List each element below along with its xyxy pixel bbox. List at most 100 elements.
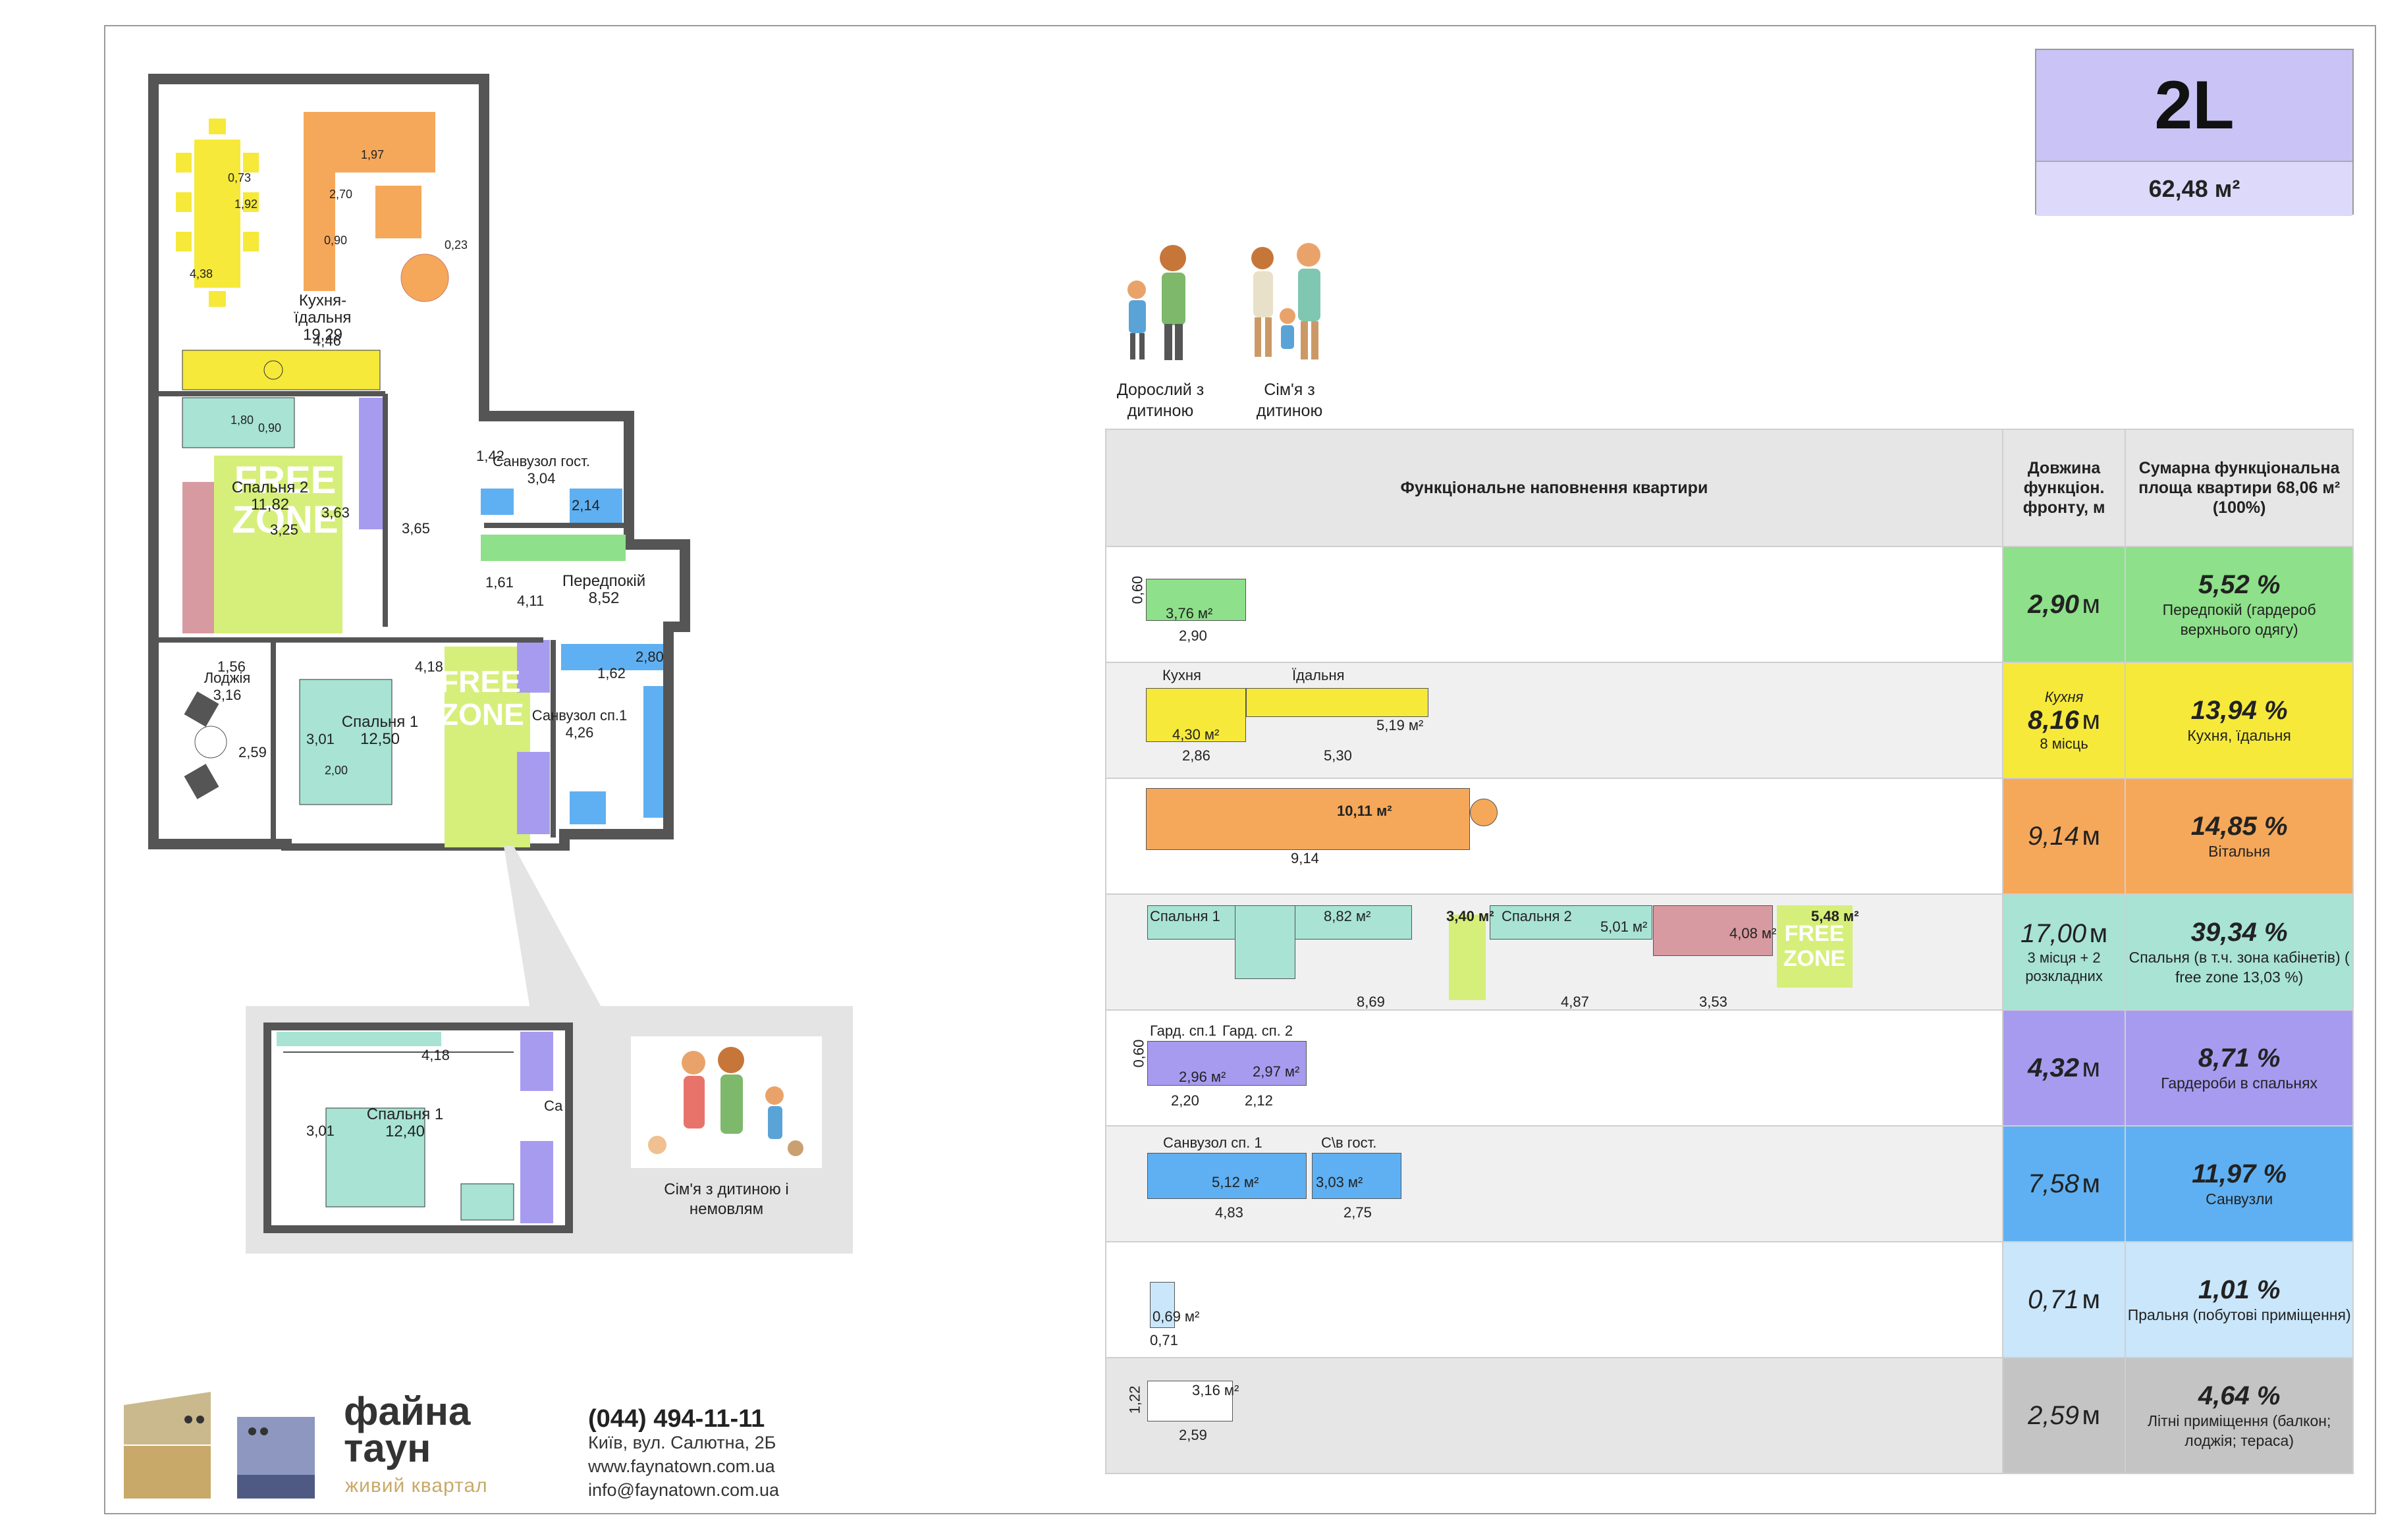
contacts: (044) 494-11-11 Київ, вул. Салютна, 2Б w… xyxy=(588,1405,779,1502)
row-graphic-hallway: 0,60 3,76 м² 2,90 xyxy=(1105,546,2003,663)
row-dim: 2,90 xyxy=(1179,627,1207,644)
armchair xyxy=(400,253,449,302)
dim: 0,23 xyxy=(445,238,468,252)
row-percent: 8,71 % Гардероби в спальнях xyxy=(2125,1009,2354,1127)
unit-title-box: 2L 62,48 м² xyxy=(2035,49,2354,216)
label-hallway: Передпокій 8,52 xyxy=(562,572,646,607)
row-area: 3,16 м² xyxy=(1192,1382,1239,1398)
row-dim: 3,53 xyxy=(1699,994,1727,1010)
unit-area: 62,48 м² xyxy=(2036,161,2352,216)
free-zone-label-1: FREE ZONE xyxy=(440,664,524,731)
email-link[interactable]: info@faynatown.com.ua xyxy=(588,1478,779,1502)
dim: 3,65 xyxy=(402,520,430,537)
dim: 1,92 xyxy=(234,198,258,211)
row-area: 5,12 м² xyxy=(1212,1174,1259,1190)
phone: (044) 494-11-11 xyxy=(588,1405,765,1433)
adult-with-child-icon xyxy=(1127,245,1186,360)
row-area: 5,19 м² xyxy=(1376,717,1424,733)
dim: 2,80 xyxy=(636,649,664,665)
row-dim: 2,86 xyxy=(1182,747,1210,764)
family-with-child-label: Сім'я з дитиною xyxy=(1256,381,1323,420)
row-area: 0,69 м² xyxy=(1152,1308,1200,1325)
dim: 3,01 xyxy=(306,731,335,747)
dim: 0,90 xyxy=(258,421,282,435)
row-dim: 0,71 xyxy=(1150,1332,1178,1348)
row-label: Санвузол сп. 1 xyxy=(1163,1134,1262,1151)
dim: 0,73 xyxy=(228,171,252,184)
row-dim: 4,83 xyxy=(1215,1204,1243,1221)
guest-sink xyxy=(481,489,514,515)
dim: 2,70 xyxy=(329,188,353,201)
row-area: 10,11 м² xyxy=(1337,803,1392,819)
inset-dim: 4,18 xyxy=(421,1047,450,1063)
table-row: Спальня 1 8,82 м² 3,40 м² Спальня 2 5,01… xyxy=(1105,893,2354,1011)
hall-wardrobe xyxy=(481,535,626,561)
row-dim: 2,12 xyxy=(1245,1092,1273,1109)
callout-wedge xyxy=(504,846,603,1009)
dim: 1,56 xyxy=(217,658,246,675)
row-length: 2,59 м xyxy=(2001,1357,2127,1474)
header-col1: Функціональне наповнення квартири xyxy=(1105,429,2003,547)
label-bedroom2: Спальня 2 11,82 xyxy=(231,479,309,514)
dim: 3,63 xyxy=(321,504,350,521)
brand-tagline: живий квартал xyxy=(345,1475,488,1497)
row-length: 2,90 м xyxy=(2001,546,2127,663)
inset-cut-label: Са xyxy=(544,1098,563,1114)
row-length: 0,71 м xyxy=(2001,1241,2127,1358)
row-length: 7,58 м xyxy=(2001,1125,2127,1242)
function-table: Функціональне наповнення квартири Довжин… xyxy=(1105,429,2354,1474)
coffee-table xyxy=(375,186,421,238)
dim: 0,90 xyxy=(324,234,348,247)
row-percent: 1,01 % Пральня (побутові приміщення) xyxy=(2125,1241,2354,1358)
row-area: 3,03 м² xyxy=(1316,1174,1363,1190)
inset-dim: 3,01 xyxy=(306,1123,335,1139)
row-area: 5,01 м² xyxy=(1600,918,1648,935)
family-with-child-icon xyxy=(1251,243,1320,359)
dim: 2,59 xyxy=(238,744,267,760)
row-graphic-bathrooms: Санвузол сп. 1 С\в гост. 5,12 м² 3,03 м²… xyxy=(1105,1125,2003,1242)
row-graphic-wardrobes: 0,60 Гард. сп.1 Гард. сп. 2 2,96 м² 2,97… xyxy=(1105,1009,2003,1127)
dim: 1,62 xyxy=(597,665,626,681)
row-area: 2,97 м² xyxy=(1253,1063,1300,1080)
label-guest-bath: Санвузол гост. 3,04 xyxy=(493,453,590,487)
dim: 1,61 xyxy=(485,574,514,591)
brand-logo xyxy=(124,1392,315,1499)
dim: 4,38 xyxy=(190,267,213,280)
dim: 4,11 xyxy=(517,593,545,609)
row-length: 9,14 м xyxy=(2001,778,2127,895)
row-dim: 0,60 xyxy=(1129,575,1146,604)
row-graphic-living: 10,11 м² 9,14 xyxy=(1105,778,2003,895)
wardrobe-2 xyxy=(359,398,385,529)
website-link[interactable]: www.faynatown.com.ua xyxy=(588,1454,779,1478)
row-area: 8,82 м² xyxy=(1324,908,1371,924)
unit-code: 2L xyxy=(2036,50,2352,161)
row-area: 2,96 м² xyxy=(1179,1069,1226,1085)
row-graphic-laundry: 0,69 м² 0,71 xyxy=(1105,1241,2003,1358)
dim: 1,42 xyxy=(476,448,504,464)
row-area: 3,76 м² xyxy=(1166,605,1213,622)
row-percent: 13,94 % Кухня, їдальня xyxy=(2125,662,2354,779)
address: Київ, вул. Салютна, 2Б xyxy=(588,1433,776,1452)
row-label: Спальня 1 xyxy=(1150,908,1220,924)
row-dim: 9,14 xyxy=(1291,850,1319,866)
row-dim: 0,60 xyxy=(1130,1039,1147,1068)
toilet-1 xyxy=(570,791,606,824)
row-percent: 39,34 % Спальня (в т.ч. зона кабінетів) (… xyxy=(2125,893,2354,1011)
row-length: 17,00 м3 місця + 2 розкладних xyxy=(2001,893,2127,1011)
row-dim: 4,87 xyxy=(1561,994,1589,1010)
row-percent: 4,64 % Літні приміщення (балкон; лоджія; … xyxy=(2125,1357,2354,1474)
desk-2 xyxy=(182,482,214,633)
bath-counter xyxy=(643,686,663,818)
table-row: 1,22 3,16 м² 2,59 2,59 м 4,64 % Літні при… xyxy=(1105,1357,2354,1474)
row-dim: 2,20 xyxy=(1171,1092,1199,1109)
table-row: 0,60 Гард. сп.1 Гард. сп. 2 2,96 м² 2,97… xyxy=(1105,1009,2354,1127)
wardrobe-1a xyxy=(517,640,550,693)
family-infant-icon xyxy=(631,1036,822,1168)
row-free-zone: FREE ZONE xyxy=(1783,921,1846,971)
inset-bedroom-label: Спальня 1 12,40 xyxy=(366,1105,444,1140)
table-row: Кухня Їдальня 4,30 м² 5,19 м² 2,86 5,30 … xyxy=(1105,662,2354,779)
row-dim: 1,22 xyxy=(1126,1385,1143,1414)
dining-table xyxy=(194,140,240,288)
label-bath1: Санвузол сп.1 4,26 xyxy=(531,707,628,741)
row-label: Спальня 2 xyxy=(1502,908,1572,924)
